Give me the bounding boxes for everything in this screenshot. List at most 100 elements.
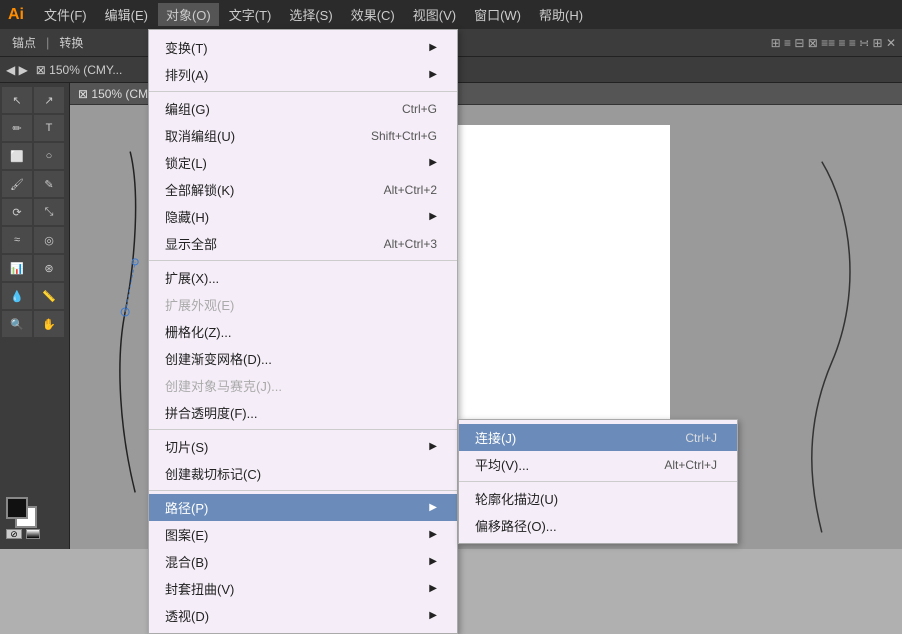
tool-row-4: 🖌 ✎ xyxy=(2,171,67,197)
menu-arrange[interactable]: 排列(A) ▶ xyxy=(149,61,457,88)
shortcut-label: Ctrl+J xyxy=(685,431,717,445)
menu-item-label: 扩展(X)... xyxy=(165,268,219,287)
submenu-arrow: ▶ xyxy=(429,211,437,222)
menu-ungroup[interactable]: 取消编组(U) Shift+Ctrl+G xyxy=(149,122,457,149)
rotate-tool[interactable]: ⟳ xyxy=(2,199,32,225)
submenu-arrow: ▶ xyxy=(429,583,437,594)
symbol-tool[interactable]: ⊛ xyxy=(34,255,64,281)
ellipse-tool[interactable]: ○ xyxy=(34,143,64,169)
menu-item-label: 拼合透明度(F)... xyxy=(165,403,257,422)
menu-item-label: 扩展外观(E) xyxy=(165,295,234,314)
zoom-tool[interactable]: 🔍 xyxy=(2,311,32,337)
menu-item-label: 混合(B) xyxy=(165,552,208,571)
menu-envelope-distort[interactable]: 封套扭曲(V) ▶ xyxy=(149,575,457,602)
menu-item-label: 透视(D) xyxy=(165,606,209,625)
menu-path[interactable]: 路径(P) ▶ xyxy=(149,494,457,521)
shortcut-label: Alt+Ctrl+J xyxy=(664,458,717,472)
menu-item-label: 封套扭曲(V) xyxy=(165,579,234,598)
shortcut-label: Shift+Ctrl+G xyxy=(371,129,437,143)
direct-select-tool[interactable]: ↗ xyxy=(34,87,64,113)
chart-tool[interactable]: 📊 xyxy=(2,255,32,281)
submenu-offset-path[interactable]: 偏移路径(O)... xyxy=(459,512,737,539)
menu-window[interactable]: 窗口(W) xyxy=(466,3,529,26)
menu-select[interactable]: 选择(S) xyxy=(281,3,340,26)
canvas-tab-label: ⊠ 150% (CMY... xyxy=(36,63,123,77)
menu-help[interactable]: 帮助(H) xyxy=(531,3,591,26)
menu-blend[interactable]: 混合(B) ▶ xyxy=(149,548,457,575)
warp-tool[interactable]: ≈ xyxy=(2,227,32,253)
foreground-color-swatch[interactable] xyxy=(6,497,28,519)
shortcut-label: Alt+Ctrl+3 xyxy=(384,237,437,251)
tool-row-8: 💧 📏 xyxy=(2,283,67,309)
toolbar-anchor: 锚点 xyxy=(6,32,42,53)
tool-row-9: 🔍 ✋ xyxy=(2,311,67,337)
menu-expand[interactable]: 扩展(X)... xyxy=(149,264,457,291)
submenu-arrow: ▶ xyxy=(429,529,437,540)
gradient-swatch[interactable] xyxy=(26,529,40,539)
blend-tool[interactable]: ◎ xyxy=(34,227,64,253)
menu-transform[interactable]: 变换(T) ▶ xyxy=(149,34,457,61)
menu-item-label: 切片(S) xyxy=(165,437,208,456)
menu-item-label: 排列(A) xyxy=(165,65,208,84)
menu-hide[interactable]: 隐藏(H) ▶ xyxy=(149,203,457,230)
menu-item-label: 隐藏(H) xyxy=(165,207,209,226)
none-swatch[interactable]: ⊘ xyxy=(6,529,22,539)
tool-row-7: 📊 ⊛ xyxy=(2,255,67,281)
submenu-item-label: 平均(V)... xyxy=(475,455,529,474)
left-toolbar: ↖ ↗ ✏ T ⬜ ○ 🖌 ✎ ⟳ ⤡ ≈ ◎ 📊 ⊛ 💧 📏 xyxy=(0,83,70,549)
menu-text[interactable]: 文字(T) xyxy=(221,3,280,26)
menu-show-all[interactable]: 显示全部 Alt+Ctrl+3 xyxy=(149,230,457,257)
submenu-arrow: ▶ xyxy=(429,69,437,80)
eyedropper-tool[interactable]: 💧 xyxy=(2,283,32,309)
menu-bar: 文件(F) 编辑(E) 对象(O) 文字(T) 选择(S) 效果(C) 视图(V… xyxy=(36,3,591,26)
nav-arrows[interactable]: ◀ ▶ xyxy=(6,63,28,77)
submenu-arrow: ▶ xyxy=(429,502,437,513)
menu-view[interactable]: 视图(V) xyxy=(405,3,464,26)
menu-effect[interactable]: 效果(C) xyxy=(343,3,403,26)
type-tool[interactable]: T xyxy=(34,115,64,141)
selection-tool[interactable]: ↖ xyxy=(2,87,32,113)
measure-tool[interactable]: 📏 xyxy=(34,283,64,309)
menu-gradient-mesh[interactable]: 创建渐变网格(D)... xyxy=(149,345,457,372)
submenu-arrow: ▶ xyxy=(429,42,437,53)
submenu-arrow: ▶ xyxy=(429,157,437,168)
tool-row-5: ⟳ ⤡ xyxy=(2,199,67,225)
rect-tool[interactable]: ⬜ xyxy=(2,143,32,169)
menu-file[interactable]: 文件(F) xyxy=(36,3,95,26)
scale-tool[interactable]: ⤡ xyxy=(34,199,64,225)
submenu-average[interactable]: 平均(V)... Alt+Ctrl+J xyxy=(459,451,737,478)
menu-slice[interactable]: 切片(S) ▶ xyxy=(149,433,457,460)
pen-tool[interactable]: ✏ xyxy=(2,115,32,141)
menu-item-label: 栅格化(Z)... xyxy=(165,322,231,341)
menu-expand-appearance: 扩展外观(E) xyxy=(149,291,457,318)
menu-unlock-all[interactable]: 全部解锁(K) Alt+Ctrl+2 xyxy=(149,176,457,203)
submenu-join[interactable]: 连接(J) Ctrl+J xyxy=(459,424,737,451)
toolbar-icons: ⊞ ≡ ⊟ ⊠ ≡≡ ≡ ≡ ∺ ⊞ ✕ xyxy=(771,36,896,50)
menu-item-label: 创建对象马赛克(J)... xyxy=(165,376,282,395)
menu-item-label: 创建裁切标记(C) xyxy=(165,464,261,483)
separator xyxy=(459,481,737,482)
submenu-arrow: ▶ xyxy=(429,441,437,452)
menu-perspective[interactable]: 透视(D) ▶ xyxy=(149,602,457,629)
menu-edit[interactable]: 编辑(E) xyxy=(97,3,156,26)
ai-logo: Ai xyxy=(8,6,24,24)
menu-rasterize[interactable]: 栅格化(Z)... xyxy=(149,318,457,345)
separator xyxy=(149,429,457,430)
pencil-tool[interactable]: ✎ xyxy=(34,171,64,197)
brush-tool[interactable]: 🖌 xyxy=(2,171,32,197)
menu-flatten-transparency[interactable]: 拼合透明度(F)... xyxy=(149,399,457,426)
menu-object-mosaic: 创建对象马赛克(J)... xyxy=(149,372,457,399)
toolbar-transform: 转换 xyxy=(53,32,89,53)
menu-crop-marks[interactable]: 创建裁切标记(C) xyxy=(149,460,457,487)
tool-row-2: ✏ T xyxy=(2,115,67,141)
menu-item-label: 图案(E) xyxy=(165,525,208,544)
submenu-outline-stroke[interactable]: 轮廓化描边(U) xyxy=(459,485,737,512)
menu-pattern[interactable]: 图案(E) ▶ xyxy=(149,521,457,548)
color-swatches-area: ⊘ xyxy=(6,497,66,545)
hand-tool[interactable]: ✋ xyxy=(34,311,64,337)
menu-item-label: 创建渐变网格(D)... xyxy=(165,349,272,368)
menu-group[interactable]: 编组(G) Ctrl+G xyxy=(149,95,457,122)
submenu-item-label: 连接(J) xyxy=(475,428,516,447)
menu-object[interactable]: 对象(O) xyxy=(158,3,219,26)
menu-lock[interactable]: 锁定(L) ▶ xyxy=(149,149,457,176)
